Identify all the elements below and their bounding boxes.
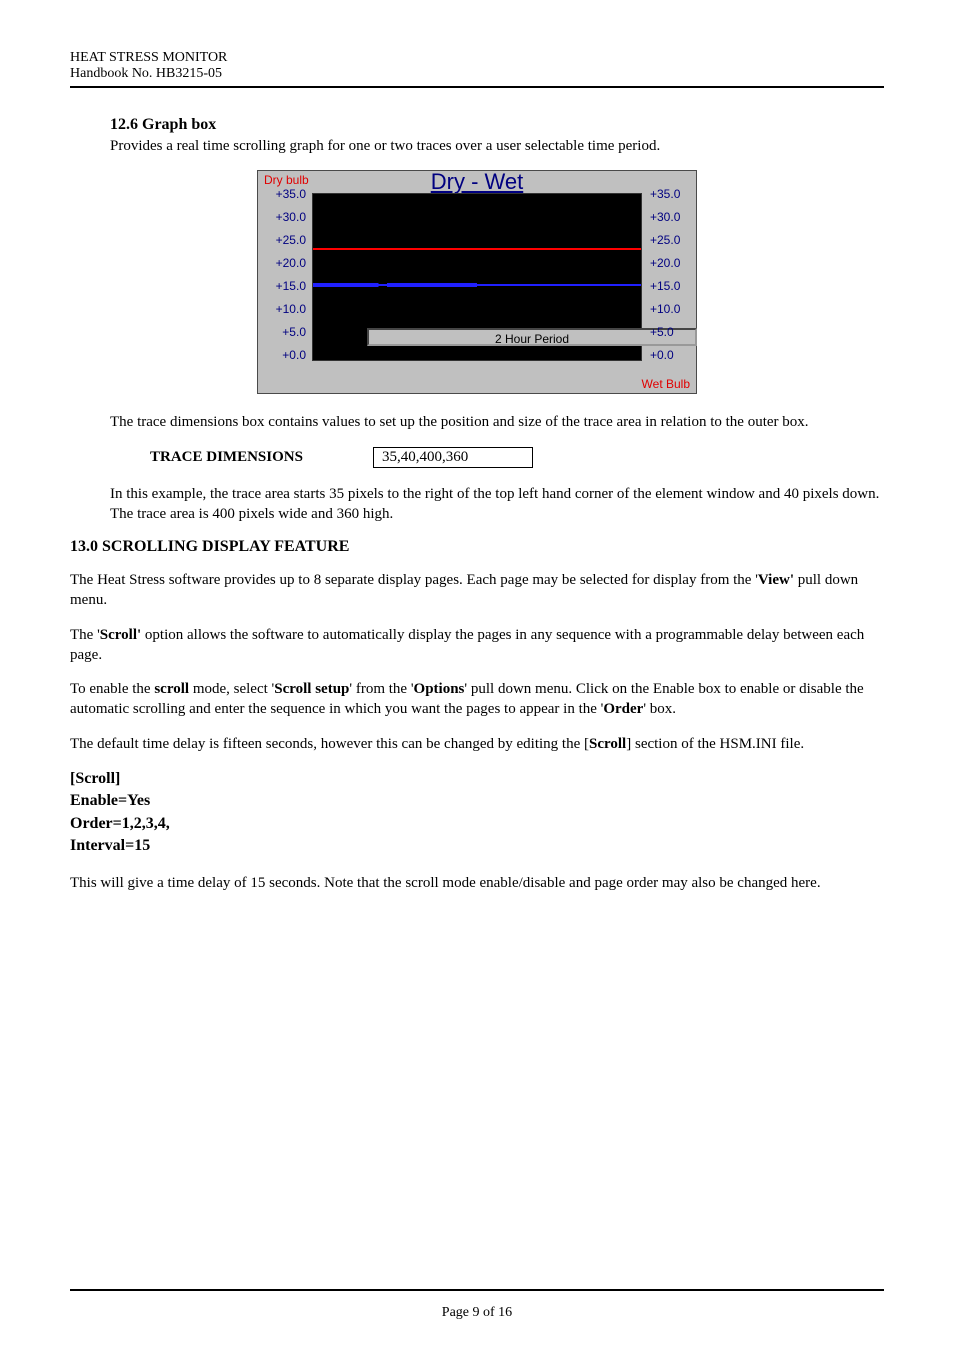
trace-dim-value: 35,40,400,360 xyxy=(373,447,533,468)
yr-tick: +35.0 xyxy=(650,187,696,201)
text: ' from the ' xyxy=(349,681,413,697)
ini-line: Interval=15 xyxy=(70,835,884,857)
trace-dim-label: TRACE DIMENSIONS xyxy=(150,449,303,466)
bold: Scroll xyxy=(589,736,626,752)
trace-dim-para1: The trace dimensions box contains values… xyxy=(110,412,884,432)
section-title-12-6: 12.6 Graph box xyxy=(110,116,884,134)
scroll-p5: This will give a time delay of 15 second… xyxy=(70,873,884,893)
section-title-13-0: 13.0 SCROLLING DISPLAY FEATURE xyxy=(70,538,884,556)
trace-wet-bulb xyxy=(313,284,641,286)
yl-tick: +10.0 xyxy=(258,302,306,316)
y-axis-left: +35.0 +30.0 +25.0 +20.0 +15.0 +10.0 +5.0… xyxy=(258,193,310,361)
yr-tick: +15.0 xyxy=(650,279,696,293)
text: mode, select ' xyxy=(189,681,274,697)
yl-tick: +25.0 xyxy=(258,233,306,247)
yr-tick: +30.0 xyxy=(650,210,696,224)
divider-bottom xyxy=(70,1289,884,1291)
text: The default time delay is fifteen second… xyxy=(70,736,589,752)
chart-title: Dry - Wet xyxy=(258,169,696,195)
yl-tick: +35.0 xyxy=(258,187,306,201)
trace-dim-para2: In this example, the trace area starts 3… xyxy=(110,484,884,525)
trace-dry-bulb xyxy=(313,248,641,250)
bold: Scroll setup xyxy=(274,681,349,697)
bold: Order xyxy=(603,701,643,717)
ini-line: Order=1,2,3,4, xyxy=(70,813,884,835)
scroll-p1: The Heat Stress software provides up to … xyxy=(70,570,884,611)
bold: scroll xyxy=(154,681,189,697)
page-footer: Page 9 of 16 xyxy=(0,1305,954,1321)
scroll-p3: To enable the scroll mode, select 'Scrol… xyxy=(70,679,884,720)
scroll-p2: The 'Scroll' option allows the software … xyxy=(70,625,884,666)
text: option allows the software to automatica… xyxy=(70,627,864,663)
divider-top xyxy=(70,86,884,88)
page-header: HEAT STRESS MONITOR Handbook No. HB3215-… xyxy=(70,50,884,82)
yr-tick: +5.0 xyxy=(650,325,696,339)
chart-bottom-right-label: Wet Bulb xyxy=(642,377,690,391)
plot-area: 2 Hour Period xyxy=(312,193,642,361)
yr-tick: +10.0 xyxy=(650,302,696,316)
yl-tick: +30.0 xyxy=(258,210,306,224)
yl-tick: +20.0 xyxy=(258,256,306,270)
trace-dim-row: TRACE DIMENSIONS 35,40,400,360 xyxy=(150,447,884,468)
yl-tick: +5.0 xyxy=(258,325,306,339)
text: ] section of the HSM.INI file. xyxy=(626,736,804,752)
bold: Scroll' xyxy=(100,627,141,643)
yl-tick: +15.0 xyxy=(258,279,306,293)
section-intro: Provides a real time scrolling graph for… xyxy=(110,136,884,156)
text: The ' xyxy=(70,627,100,643)
ini-config-block: [Scroll] Enable=Yes Order=1,2,3,4, Inter… xyxy=(70,768,884,858)
chart-panel: Dry bulb Dry - Wet +35.0 +30.0 +25.0 +20… xyxy=(257,170,697,394)
y-axis-right: +35.0 +30.0 +25.0 +20.0 +15.0 +10.0 +5.0… xyxy=(646,193,696,361)
scroll-p4: The default time delay is fifteen second… xyxy=(70,734,884,754)
text: ' box. xyxy=(643,701,676,717)
text: To enable the xyxy=(70,681,154,697)
text: The Heat Stress software provides up to … xyxy=(70,572,758,588)
header-line-1: HEAT STRESS MONITOR xyxy=(70,50,884,66)
yl-tick: +0.0 xyxy=(258,348,306,362)
header-line-2: Handbook No. HB3215-05 xyxy=(70,66,884,82)
ini-line: [Scroll] xyxy=(70,768,884,790)
ini-line: Enable=Yes xyxy=(70,790,884,812)
bold: Options xyxy=(414,681,465,697)
yr-tick: +25.0 xyxy=(650,233,696,247)
graph-box: Dry bulb Dry - Wet +35.0 +30.0 +25.0 +20… xyxy=(70,170,884,394)
bold: View' xyxy=(758,572,794,588)
yr-tick: +0.0 xyxy=(650,348,696,362)
yr-tick: +20.0 xyxy=(650,256,696,270)
